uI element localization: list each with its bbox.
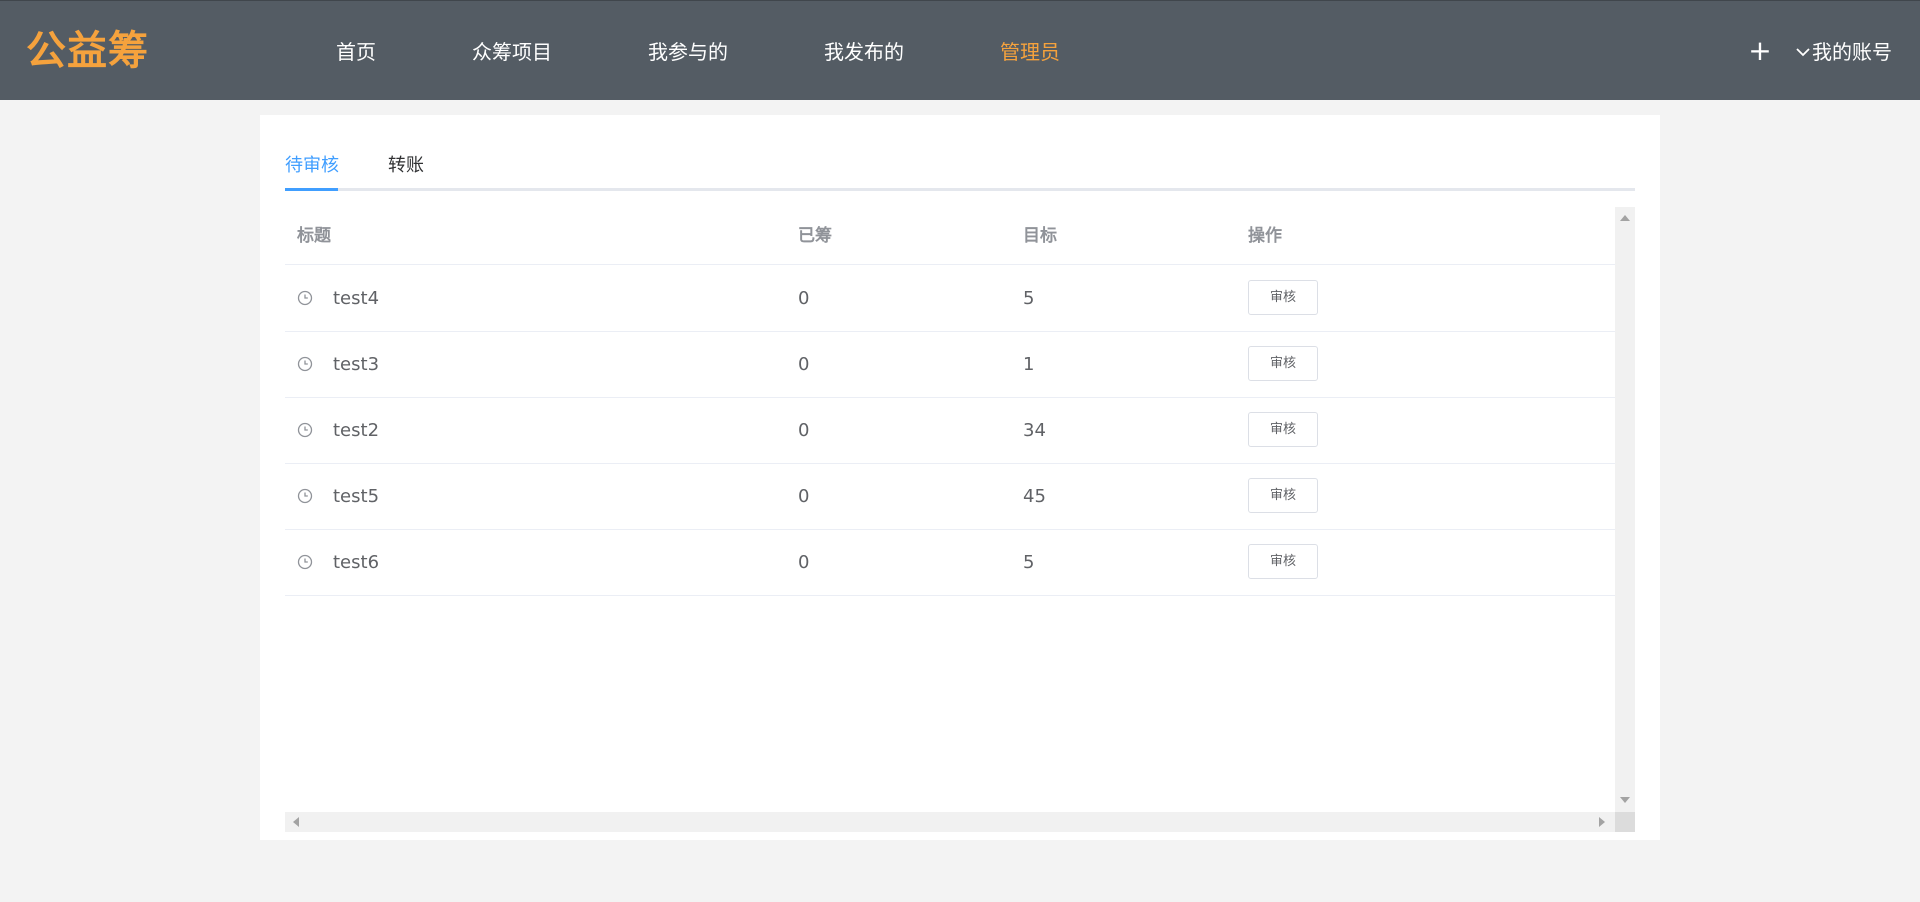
table-row: test4 0 5 审核 <box>285 266 1615 332</box>
row-target: 1 <box>1023 354 1035 375</box>
table-row: test5 0 45 审核 <box>285 464 1615 530</box>
clock-icon <box>297 488 313 504</box>
active-tab-indicator <box>285 188 338 191</box>
row-target: 34 <box>1023 420 1046 441</box>
tab-pending-review[interactable]: 待审核 <box>285 153 339 179</box>
nav-my-published[interactable]: 我发布的 <box>824 39 904 65</box>
row-title: test5 <box>333 486 380 507</box>
column-header-title: 标题 <box>297 226 331 246</box>
nav-home[interactable]: 首页 <box>336 39 376 65</box>
table-row: test2 0 34 审核 <box>285 398 1615 464</box>
tab-bar: 待审核 转账 <box>285 153 1635 191</box>
review-button[interactable]: 审核 <box>1248 544 1318 579</box>
top-navbar: 公益筹 首页 众筹项目 我参与的 我发布的 管理员 + 我的账号 <box>0 0 1920 100</box>
account-menu[interactable]: 我的账号 <box>1796 39 1892 65</box>
column-header-raised: 已筹 <box>798 226 832 246</box>
vertical-scrollbar[interactable] <box>1615 207 1635 812</box>
tab-transfer[interactable]: 转账 <box>388 153 424 179</box>
row-raised: 0 <box>798 420 810 441</box>
admin-panel: 待审核 转账 标题 已筹 目标 操作 test4 0 5 审核 test3 0 … <box>260 115 1660 840</box>
scrollbar-corner <box>1615 812 1635 832</box>
row-raised: 0 <box>798 552 810 573</box>
clock-icon <box>297 356 313 372</box>
row-raised: 0 <box>798 486 810 507</box>
review-button[interactable]: 审核 <box>1248 478 1318 513</box>
clock-icon <box>297 290 313 306</box>
chevron-down-icon <box>1796 39 1812 65</box>
row-title: test3 <box>333 354 380 375</box>
column-header-action: 操作 <box>1248 226 1282 246</box>
row-raised: 0 <box>798 354 810 375</box>
nav-my-participated[interactable]: 我参与的 <box>648 39 728 65</box>
scroll-up-arrow-icon[interactable] <box>1620 215 1630 221</box>
review-button[interactable]: 审核 <box>1248 280 1318 315</box>
table-header: 标题 已筹 目标 操作 <box>285 207 1615 265</box>
row-raised: 0 <box>798 288 810 309</box>
clock-icon <box>297 554 313 570</box>
nav-crowdfunding-projects[interactable]: 众筹项目 <box>472 39 552 65</box>
account-label: 我的账号 <box>1812 40 1892 64</box>
table-row: test6 0 5 审核 <box>285 530 1615 596</box>
row-target: 5 <box>1023 552 1035 573</box>
table-row: test3 0 1 审核 <box>285 332 1615 398</box>
scroll-down-arrow-icon[interactable] <box>1620 797 1630 803</box>
nav-admin[interactable]: 管理员 <box>1000 39 1060 65</box>
column-header-target: 目标 <box>1023 226 1057 246</box>
row-title: test6 <box>333 552 380 573</box>
scroll-left-arrow-icon[interactable] <box>293 817 299 827</box>
row-title: test4 <box>333 288 380 309</box>
horizontal-scrollbar[interactable] <box>285 812 1615 832</box>
add-project-button[interactable]: + <box>1746 34 1774 68</box>
row-title: test2 <box>333 420 380 441</box>
review-button[interactable]: 审核 <box>1248 346 1318 381</box>
row-target: 45 <box>1023 486 1046 507</box>
site-logo[interactable]: 公益筹 <box>26 27 149 75</box>
clock-icon <box>297 422 313 438</box>
row-target: 5 <box>1023 288 1035 309</box>
scroll-right-arrow-icon[interactable] <box>1599 817 1605 827</box>
review-button[interactable]: 审核 <box>1248 412 1318 447</box>
plus-icon: + <box>1748 34 1772 67</box>
pending-projects-table: 标题 已筹 目标 操作 test4 0 5 审核 test3 0 1 审核 te… <box>285 207 1635 832</box>
